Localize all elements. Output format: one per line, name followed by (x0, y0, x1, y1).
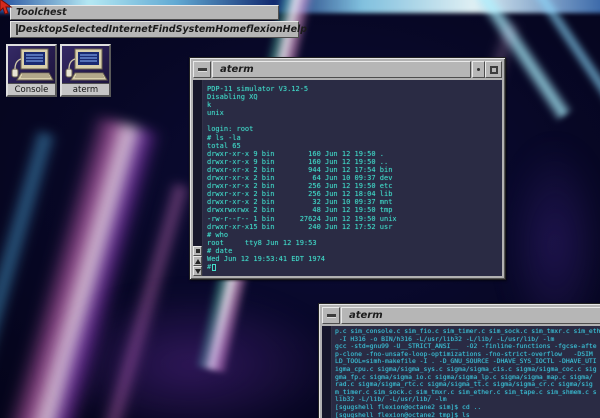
bottom-terminal-content[interactable]: p.c sim_console.c sim_fio.c sim_timer.c … (332, 326, 600, 418)
mouse-pointer-icon (0, 0, 14, 19)
bottom-window-title[interactable]: aterm (341, 307, 600, 324)
menu-item-help[interactable]: Help (283, 24, 307, 35)
desktop-icon-console[interactable]: Console (6, 44, 57, 97)
menu-item-selected[interactable]: Selected (62, 24, 108, 35)
bottom-terminal-output: p.c sim_console.c sim_fio.c sim_timer.c … (335, 328, 600, 418)
purple-haze (40, 290, 340, 418)
toolchest-title: Toolchest (16, 7, 67, 18)
desktop-icon-area: Console aterm (6, 44, 111, 97)
main-terminal-body: PDP-11 simulator V3.12-5 Disabling XQ k … (193, 80, 502, 276)
arrow-down-icon (195, 269, 201, 274)
light-streak-pink (0, 115, 162, 418)
icon-label-console: Console (8, 83, 55, 95)
light-streak-pink-2 (95, 182, 192, 418)
toolchest-menubar: Desktop Selected Internet Find System Ho… (10, 21, 299, 38)
main-prompt-line: # (207, 263, 502, 271)
main-terminal-content[interactable]: PDP-11 simulator V3.12-5 Disabling XQ k … (203, 80, 502, 276)
toolchest-drawer-icon[interactable] (16, 24, 18, 35)
toolchest-titlebar[interactable]: Toolchest (10, 5, 279, 20)
main-titlebar[interactable]: aterm (193, 61, 502, 78)
minimize-icon (477, 68, 480, 71)
shell-prompt: # (207, 263, 211, 271)
main-window-title[interactable]: aterm (212, 61, 471, 78)
window-menu-icon (198, 68, 207, 71)
bottom-scrollbar[interactable] (322, 326, 332, 418)
menu-item-find[interactable]: Find (152, 24, 175, 35)
aterm-window-bottom: aterm p.c sim_console.c sim_fio.c sim_ti… (318, 303, 600, 418)
menu-item-desktop[interactable]: Desktop (18, 24, 62, 35)
window-menu-icon (327, 314, 336, 317)
main-title-text: aterm (220, 64, 254, 75)
menu-item-home[interactable]: Home (215, 24, 246, 35)
terminal-cursor (212, 264, 216, 271)
window-menu-button[interactable] (322, 307, 340, 324)
bottom-title-text: aterm (349, 310, 383, 321)
menu-item-internet[interactable]: Internet (109, 24, 153, 35)
scrollbar-menu-button[interactable] (193, 246, 202, 256)
arrow-up-icon (195, 259, 201, 264)
light-streak-right-2 (525, 0, 600, 112)
icon-label-aterm: aterm (62, 83, 109, 95)
maximize-icon (490, 66, 498, 74)
scroll-up-button[interactable] (193, 256, 202, 266)
scroll-down-button[interactable] (193, 266, 202, 276)
menu-item-flexion[interactable]: flexion (246, 24, 283, 35)
minimize-button[interactable] (472, 61, 485, 78)
desktop-icon-aterm[interactable]: aterm (60, 44, 111, 97)
main-scrollbar[interactable] (193, 80, 203, 276)
maximize-button[interactable] (485, 61, 502, 78)
main-terminal-output: PDP-11 simulator V3.12-5 Disabling XQ k … (207, 85, 502, 263)
scrollbar-menu-icon (196, 249, 200, 253)
window-menu-button[interactable] (193, 61, 211, 78)
menu-item-system[interactable]: System (176, 24, 216, 35)
aterm-window-main: aterm PDP-11 simulator V3.12-5 Disabling… (189, 57, 506, 280)
bottom-titlebar[interactable]: aterm (322, 307, 600, 324)
light-streak-left-cyan (0, 130, 59, 397)
bottom-terminal-body: p.c sim_console.c sim_fio.c sim_timer.c … (322, 326, 600, 418)
toolchest-window: Toolchest Desktop Selected Internet Find… (10, 5, 299, 38)
